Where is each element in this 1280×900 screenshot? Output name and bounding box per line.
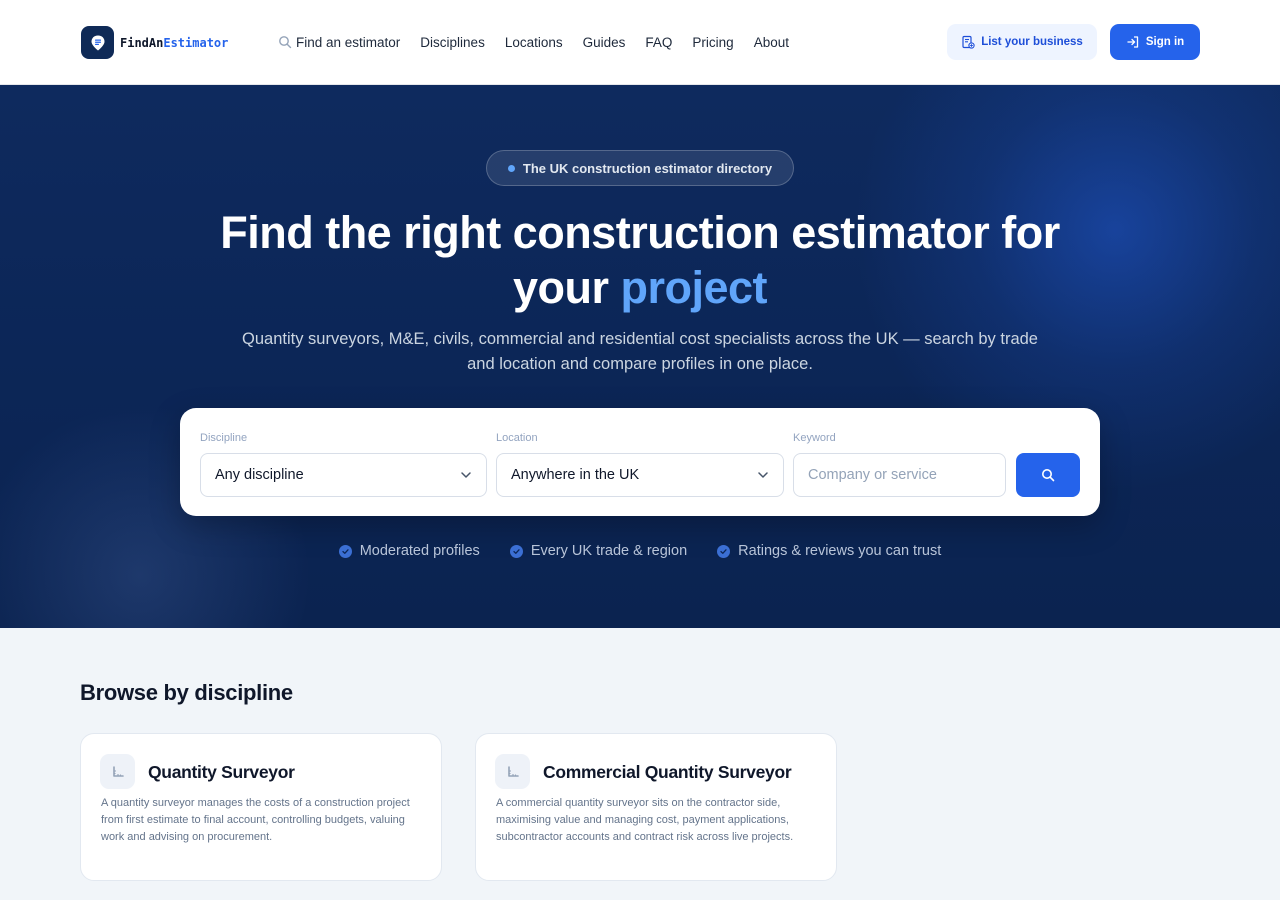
nav-about[interactable]: About xyxy=(754,35,789,50)
ruler-icon xyxy=(100,754,135,789)
hero-pill: The UK construction estimator directory xyxy=(486,150,794,186)
discipline-select-value: Any discipline xyxy=(215,467,304,483)
search-icon xyxy=(1042,469,1055,482)
trust-item-label: Moderated profiles xyxy=(359,543,480,559)
hero-pill-text: The UK construction estimator directory xyxy=(522,160,773,176)
logo-pin-icon xyxy=(81,26,114,59)
trust-item-label: Every UK trade & region xyxy=(530,543,688,559)
nav-guides[interactable]: Guides xyxy=(583,35,626,50)
site-logo[interactable]: FindAnEstimator xyxy=(81,26,228,59)
card-title: Commercial Quantity Surveyor xyxy=(543,762,792,782)
card-description: A commercial quantity surveyor sits on t… xyxy=(496,797,794,843)
search-button[interactable] xyxy=(1016,453,1080,497)
keyword-label: Keyword xyxy=(793,432,836,444)
list-business-label: List your business xyxy=(981,36,1083,48)
logo-text: FindAnEstimator xyxy=(120,36,228,50)
sign-in-label: Sign in xyxy=(1145,36,1185,48)
card-description: A quantity surveyor manages the costs of… xyxy=(101,797,410,843)
hero-section: The UK construction estimator directory … xyxy=(0,85,1280,628)
discipline-select[interactable]: Any discipline xyxy=(200,453,487,497)
nav-find-estimator-label: Find an estimator xyxy=(296,34,401,50)
nav-find-estimator[interactable]: Find an estimator xyxy=(278,35,400,50)
nav-pricing[interactable]: Pricing xyxy=(692,35,733,50)
browse-section-title: Browse by discipline xyxy=(80,680,293,705)
hero-title-accent: project xyxy=(620,262,768,313)
logo-text-part2: Estimator xyxy=(163,35,229,50)
chevron-down-icon xyxy=(758,472,768,478)
pill-dot-icon xyxy=(507,164,515,172)
check-circle-icon xyxy=(338,544,352,558)
check-circle-icon xyxy=(717,544,731,558)
hero-title: Find the right construction estimator fo… xyxy=(180,205,1100,315)
nav-disciplines[interactable]: Disciplines xyxy=(420,35,485,50)
trust-item: Every UK trade & region xyxy=(509,543,688,559)
sign-in-button[interactable]: Sign in xyxy=(1110,24,1200,60)
discipline-label: Discipline xyxy=(200,432,248,444)
main-nav: Find an estimator Disciplines Locations … xyxy=(278,0,789,84)
location-label: Location xyxy=(496,432,538,444)
keyword-input[interactable] xyxy=(793,453,1006,497)
list-business-button[interactable]: List your business xyxy=(947,24,1097,60)
location-select[interactable]: Anywhere in the UK xyxy=(496,453,784,497)
hero-title-line1: Find the right construction estimator fo… xyxy=(220,207,1060,258)
sign-in-icon xyxy=(1127,36,1138,48)
hero-title-line2: your xyxy=(512,262,609,313)
chevron-down-icon xyxy=(461,472,471,478)
check-circle-icon xyxy=(509,544,523,558)
card-title: Quantity Surveyor xyxy=(148,762,295,782)
logo-text-part1: FindAn xyxy=(120,35,164,50)
trust-item: Moderated profiles xyxy=(338,543,480,559)
nav-faq[interactable]: FAQ xyxy=(645,35,672,50)
trust-list: Moderated profiles Every UK trade & regi… xyxy=(0,543,1280,559)
trust-item-label: Ratings & reviews you can trust xyxy=(738,543,942,559)
ruler-icon xyxy=(495,754,530,789)
location-select-value: Anywhere in the UK xyxy=(511,467,640,483)
nav-locations[interactable]: Locations xyxy=(505,35,563,50)
discipline-card-commercial-qs[interactable]: Commercial Quantity Surveyor A commercia… xyxy=(475,733,837,881)
hero-subtitle: Quantity surveyors, M&E, civils, commerc… xyxy=(242,330,1038,373)
search-card: Discipline Any discipline Location Anywh… xyxy=(180,408,1100,516)
discipline-card-quantity-surveyor[interactable]: Quantity Surveyor A quantity surveyor ma… xyxy=(80,733,442,881)
search-icon xyxy=(279,36,292,49)
add-listing-icon xyxy=(962,35,975,49)
site-header: FindAnEstimator Find an estimator Discip… xyxy=(0,0,1280,85)
trust-item: Ratings & reviews you can trust xyxy=(717,543,941,559)
